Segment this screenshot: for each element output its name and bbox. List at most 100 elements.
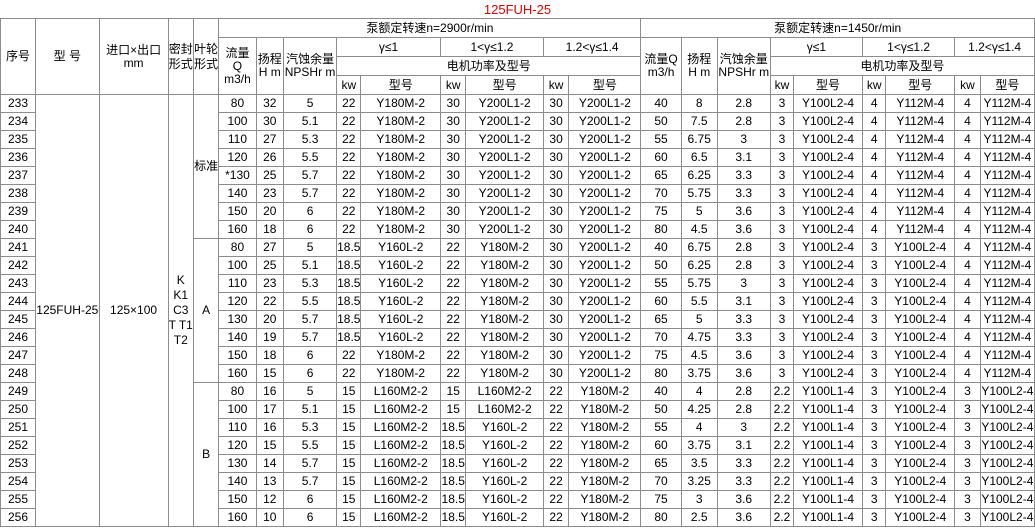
cell-type-g3-b: Y112M-4 [979,292,1035,311]
cell-npsh-a: 6 [283,202,338,221]
cell-type-g3-b: Y100L2-4 [979,418,1035,437]
cell-type-g3-b: Y112M-4 [979,328,1035,347]
cell-flow-a: 130 [218,454,257,473]
cell-type-g3-b: Y100L2-4 [979,400,1035,419]
cell-type-g3-b: Y112M-4 [979,256,1035,275]
cell-npsh-a: 5.1 [283,112,338,131]
cell-npsh-b: 3.6 [716,364,771,383]
cell-kw-g2-a: 30 [440,166,467,185]
cell-seq: 238 [0,184,36,203]
cell-npsh-b: 2.8 [716,382,771,401]
cell-type-g2-b: Y100L2-4 [885,454,956,473]
cell-head-b: 5.75 [680,184,718,203]
cell-head-a: 16 [255,418,285,437]
cell-seq: 233 [0,94,36,113]
cell-type-g2-a: Y180M-2 [465,346,544,365]
cell-kw-g2-b: 4 [862,202,887,221]
cell-npsh-b: 3.6 [716,346,771,365]
cell-type-g2-b: Y100L2-4 [885,490,956,509]
cell-npsh-b: 3.6 [716,490,771,509]
cell-type-g1-a: Y160L-2 [360,310,442,329]
header-mtype: 型号 [568,75,642,95]
cell-kw-g3-b: 4 [954,364,981,383]
cell-npsh-b: 3.3 [716,472,771,491]
cell-head-b: 4.75 [680,328,718,347]
cell-type-g1-b: Y100L2-4 [793,184,864,203]
cell-npsh-a: 6 [283,364,338,383]
cell-type-g3-b: Y112M-4 [979,166,1035,185]
cell-kw-g2-a: 15 [440,382,467,401]
cell-npsh-a: 5.7 [283,166,338,185]
cell-type-g2-a: Y160L-2 [465,490,544,509]
cell-kw-g1-b: 3 [769,184,795,203]
cell-kw-g1-a: 15 [336,382,362,401]
cell-type-g2-b: Y100L2-4 [885,382,956,401]
cell-npsh-a: 6 [283,346,338,365]
cell-type-g3-a: Y180M-2 [568,400,642,419]
cell-flow-a: 140 [218,472,257,491]
cell-type-g2-a: Y180M-2 [465,274,544,293]
cell-flow-b: 65 [640,454,682,473]
cell-type-g2-b: Y100L2-4 [885,418,956,437]
cell-npsh-a: 5.5 [283,292,338,311]
cell-kw-g3-a: 30 [542,274,570,293]
cell-kw-g3-b: 4 [954,328,981,347]
cell-npsh-b: 3.1 [716,292,771,311]
cell-type-g3-a: Y180M-2 [568,490,642,509]
header-npsh-a: 汽蚀余量 NPSHr m [283,37,338,95]
cell-flow-a: 120 [218,436,257,455]
cell-type-g2-b: Y100L2-4 [885,364,956,383]
cell-kw-g2-a: 22 [440,274,467,293]
cell-kw-g3-a: 30 [542,202,570,221]
cell-type-g1-a: L160M2-2 [360,490,442,509]
cell-type-g1-b: Y100L2-4 [793,148,864,167]
cell-head-a: 25 [255,256,285,275]
cell-type-g1-b: Y100L1-4 [793,454,864,473]
cell-type-g3-a: Y200L1-2 [568,94,642,113]
cell-head-a: 18 [255,346,285,365]
cell-kw-g1-a: 22 [336,130,362,149]
cell-kw-g3-a: 22 [542,490,570,509]
cell-kw-g3-a: 30 [542,184,570,203]
cell-type-g2-a: L160M2-2 [465,382,544,401]
header-seal: 密封形式 [167,18,194,95]
cell-type-g3-a: Y180M-2 [568,472,642,491]
cell-type-g2-a: Y180M-2 [465,292,544,311]
cell-kw-g2-a: 30 [440,184,467,203]
cell-seq: 253 [0,454,36,473]
cell-flow-a: 120 [218,292,257,311]
header-npsh-b: 汽蚀余量 NPSHr m [716,37,771,95]
header-kw: kw [954,75,981,95]
cell-kw-g3-b: 4 [954,130,981,149]
cell-kw-g1-a: 18.5 [336,310,362,329]
cell-kw-g2-b: 4 [862,148,887,167]
header-kw: kw [862,75,887,95]
cell-flow-b: 55 [640,418,682,437]
cell-type-g2-a: Y160L-2 [465,418,544,437]
cell-kw-g2-b: 3 [862,328,887,347]
cell-flow-a: 80 [218,382,257,401]
cell-head-b: 2.5 [680,508,718,527]
cell-type-g2-b: Y112M-4 [885,130,956,149]
cell-seq: 242 [0,256,36,275]
cell-kw-g3-b: 4 [954,238,981,257]
cell-type-g3-a: Y200L1-2 [568,346,642,365]
cell-type-g2-a: Y200L1-2 [465,220,544,239]
cell-type-g3-a: Y200L1-2 [568,202,642,221]
cell-npsh-a: 5.3 [283,130,338,149]
cell-kw-g2-b: 4 [862,112,887,131]
cell-type-g1-b: Y100L2-4 [793,364,864,383]
cell-head-a: 26 [255,148,285,167]
pump-spec-table: 125FUH-25 序号 型 号 进口×出口 mm 密封形式 叶轮形式 泵额定转… [0,0,1035,527]
cell-flow-a: 100 [218,400,257,419]
cell-type-g3-a: Y180M-2 [568,382,642,401]
cell-kw-g1-a: 18.5 [336,274,362,293]
cell-flow-a: 120 [218,148,257,167]
cell-kw-g2-b: 3 [862,400,887,419]
cell-kw-g1-b: 3 [769,292,795,311]
cell-impeller: B [192,382,220,527]
cell-head-b: 4 [680,382,718,401]
cell-type-g2-b: Y100L2-4 [885,292,956,311]
cell-seq: 237 [0,166,36,185]
cell-type-g1-a: Y180M-2 [360,202,442,221]
